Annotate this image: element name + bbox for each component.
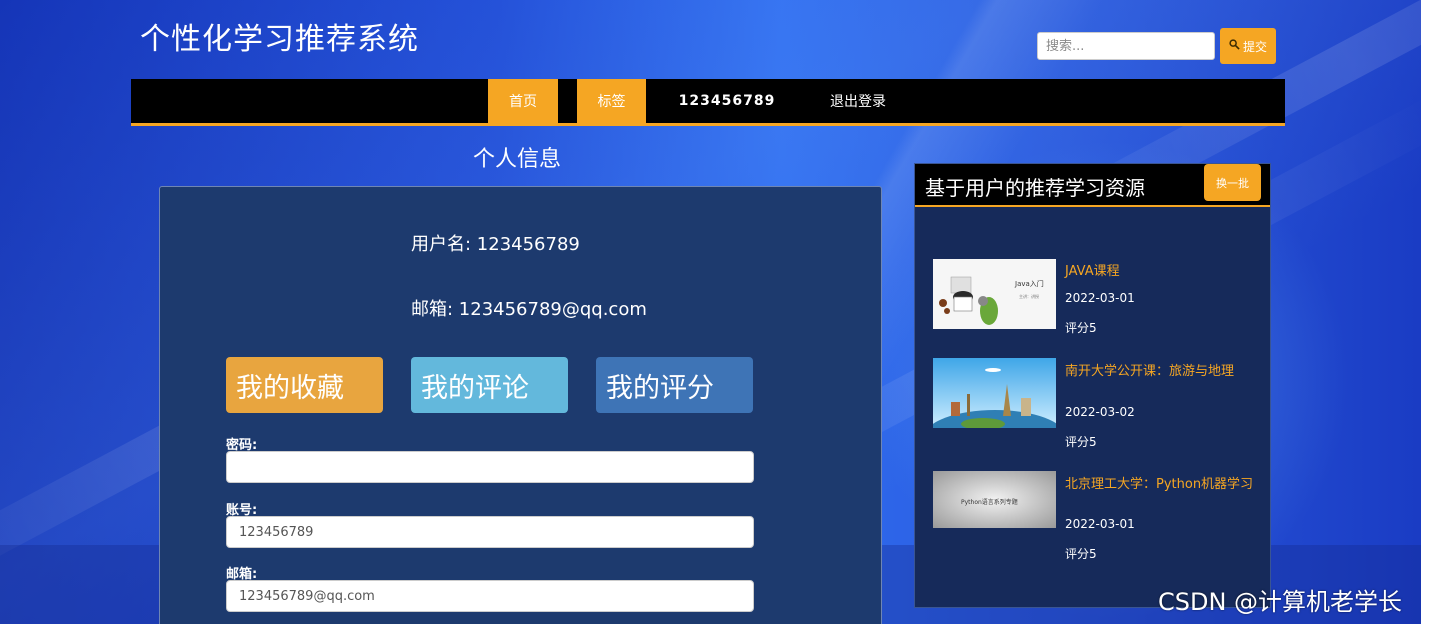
recommend-thumbnail[interactable]: Java入门 主讲：讲授 xyxy=(933,259,1056,329)
password-field[interactable] xyxy=(226,451,754,483)
recommend-item-score: 评分5 xyxy=(1065,435,1097,449)
main-nav: 首页 标签 123456789 退出登录 xyxy=(131,79,1285,126)
search-input[interactable] xyxy=(1037,32,1215,60)
recommend-header: 基于用户的推荐学习资源 换一批 xyxy=(915,164,1270,207)
thumb-subtext: 主讲：讲授 xyxy=(1019,293,1039,299)
refresh-button[interactable]: 换一批 xyxy=(1204,164,1261,201)
email-line: 邮箱: 123456789@qq.com xyxy=(411,299,647,320)
page-background: 个性化学习推荐系统 提交 首页 标签 123456789 退出登录 个人信息 用… xyxy=(0,0,1421,624)
recommend-panel: 基于用户的推荐学习资源 换一批 Java入门 主讲：讲授 JAVA课程 2022… xyxy=(914,163,1271,608)
recommend-item-date: 2022-03-01 xyxy=(1065,291,1135,305)
nav-item-home[interactable]: 首页 xyxy=(488,79,558,123)
recommend-item-title[interactable]: 北京理工大学：Python机器学习 xyxy=(1065,478,1255,492)
my-comments-button[interactable]: 我的评论 xyxy=(411,357,568,413)
thumb-text: Java入门 xyxy=(1014,279,1044,288)
watermark: CSDN @计算机老学长 xyxy=(1158,588,1403,616)
email-field[interactable] xyxy=(226,580,754,612)
recommend-item-title[interactable]: 南开大学公开课：旅游与地理 xyxy=(1065,365,1255,379)
account-field[interactable] xyxy=(226,516,754,548)
nav-item-logout[interactable]: 退出登录 xyxy=(807,79,909,123)
nav-item-user[interactable]: 123456789 xyxy=(666,79,788,123)
thumb-text: Python语言系列专题 xyxy=(961,498,1018,506)
recommend-thumbnail[interactable] xyxy=(933,358,1056,428)
recommend-item-date: 2022-03-02 xyxy=(1065,405,1135,419)
recommend-item-score: 评分5 xyxy=(1065,321,1097,335)
my-favorites-button[interactable]: 我的收藏 xyxy=(226,357,383,413)
search-icon xyxy=(1229,39,1240,53)
submit-label: 提交 xyxy=(1242,39,1267,54)
site-title: 个性化学习推荐系统 xyxy=(140,22,419,57)
recommend-thumbnail[interactable]: Python语言系列专题 xyxy=(933,471,1056,541)
my-ratings-button[interactable]: 我的评分 xyxy=(596,357,753,413)
username-line: 用户名: 123456789 xyxy=(411,234,580,255)
profile-section-title: 个人信息 xyxy=(473,147,562,172)
nav-item-tags[interactable]: 标签 xyxy=(577,79,646,123)
recommend-item-score: 评分5 xyxy=(1065,547,1097,561)
recommend-item-date: 2022-03-01 xyxy=(1065,517,1135,531)
recommend-title: 基于用户的推荐学习资源 xyxy=(925,176,1145,200)
recommend-item-title[interactable]: JAVA课程 xyxy=(1065,265,1255,279)
submit-button[interactable]: 提交 xyxy=(1220,28,1276,64)
